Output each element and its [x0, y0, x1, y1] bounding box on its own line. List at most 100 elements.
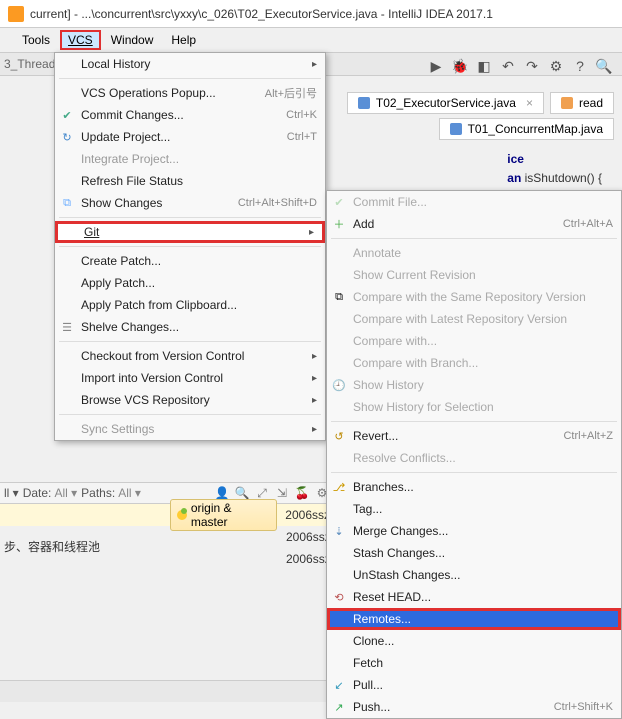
help-icon[interactable]: ? — [570, 56, 590, 76]
log-row[interactable]: origin & master 2006ssz — [0, 504, 330, 526]
vcs-browse[interactable]: Browse VCS Repository▸ — [55, 389, 325, 411]
toggle-icon[interactable]: ◧ — [474, 56, 494, 76]
tab-read[interactable]: read — [550, 92, 614, 114]
git-push[interactable]: ↗Push...Ctrl+Shift+K — [327, 696, 621, 718]
toolbar: ▶ 🐞 ◧ ↶ ↷ ⚙ ? 🔍 — [426, 56, 614, 76]
history-icon: 🕘 — [332, 378, 346, 392]
git-tag[interactable]: Tag... — [327, 498, 621, 520]
app-icon — [8, 6, 24, 22]
run-icon[interactable]: ▶ — [426, 56, 446, 76]
java-class-icon — [358, 97, 370, 109]
menu-vcs[interactable]: VCS — [60, 30, 101, 50]
merge-icon: ⇣ — [332, 524, 346, 538]
vcs-integrate: Integrate Project... — [55, 148, 325, 170]
vcs-import[interactable]: Import into Version Control▸ — [55, 367, 325, 389]
menu-help[interactable]: Help — [163, 30, 204, 50]
debug-icon[interactable]: 🐞 — [450, 56, 470, 76]
configure-icon[interactable]: ⚙ — [546, 56, 566, 76]
git-show-history: 🕘Show History — [327, 374, 621, 396]
git-commit-file: ✔Commit File... — [327, 191, 621, 213]
reset-icon: ⟲ — [332, 590, 346, 604]
paths-filter[interactable]: Paths: All ▾ — [81, 486, 141, 500]
tab-t01[interactable]: T01_ConcurrentMap.java — [439, 118, 614, 140]
revert-icon: ↺ — [332, 429, 346, 443]
tab-label: T02_ExecutorService.java — [376, 96, 516, 110]
code-line: ice — [507, 150, 602, 169]
java-class-icon — [450, 123, 462, 135]
vcs-sync: Sync Settings▸ — [55, 418, 325, 440]
git-branches[interactable]: ⎇Branches... — [327, 476, 621, 498]
diff-icon: ⧉ — [60, 196, 74, 210]
forward-icon[interactable]: ↷ — [522, 56, 542, 76]
vcs-create-patch[interactable]: Create Patch... — [55, 250, 325, 272]
branch-icon: ⎇ — [332, 480, 346, 494]
vcs-git[interactable]: Git▸ — [55, 221, 325, 243]
menu-tools[interactable]: Tools — [14, 30, 58, 50]
vcs-refresh[interactable]: Refresh File Status — [55, 170, 325, 192]
git-annotate: Annotate — [327, 242, 621, 264]
vcs-local-history[interactable]: Local History▸ — [55, 53, 325, 75]
tab-t02[interactable]: T02_ExecutorService.java × — [347, 92, 544, 114]
vcs-log-header: ll ▾ Date: All ▾ Paths: All ▾ 👤 🔍 ⤢ ⇲ 🍒 … — [0, 482, 330, 504]
vcs-apply-clipboard[interactable]: Apply Patch from Clipboard... — [55, 294, 325, 316]
collapse-icon[interactable]: ⇲ — [274, 485, 290, 501]
window-title: current] - ...\concurrent\src\yxxy\c_026… — [30, 7, 493, 21]
shelve-icon: ☰ — [60, 320, 74, 334]
menu-window[interactable]: Window — [103, 30, 162, 50]
pull-icon: ↙ — [332, 678, 346, 692]
log-text: 2006ssz — [286, 552, 331, 566]
vcs-menu: Local History▸ VCS Operations Popup...Al… — [54, 52, 326, 441]
git-fetch[interactable]: Fetch — [327, 652, 621, 674]
date-filter[interactable]: Date: All ▾ — [23, 486, 77, 500]
branch-dot-icon — [177, 510, 187, 520]
compare-icon: ⧉ — [332, 290, 346, 304]
branch-badge: origin & master — [170, 499, 277, 531]
update-icon: ↻ — [60, 130, 74, 144]
git-submenu: ✔Commit File... ＋AddCtrl+Alt+A Annotate … — [326, 190, 622, 719]
log-text: 2006ssz — [286, 530, 331, 544]
git-compare-with: Compare with... — [327, 330, 621, 352]
git-unstash[interactable]: UnStash Changes... — [327, 564, 621, 586]
commit-icon: ✔ — [332, 195, 346, 209]
git-compare-same: ⧉Compare with the Same Repository Versio… — [327, 286, 621, 308]
git-remotes[interactable]: Remotes... — [327, 608, 621, 630]
vcs-shelve[interactable]: ☰Shelve Changes... — [55, 316, 325, 338]
vcs-commit[interactable]: ✔Commit Changes...Ctrl+K — [55, 104, 325, 126]
title-bar: current] - ...\concurrent\src\yxxy\c_026… — [0, 0, 622, 28]
git-compare-branch: Compare with Branch... — [327, 352, 621, 374]
vcs-apply-patch[interactable]: Apply Patch... — [55, 272, 325, 294]
search-icon[interactable]: 🔍 — [594, 56, 614, 76]
git-pull[interactable]: ↙Pull... — [327, 674, 621, 696]
code-line: an isShutdown() { — [507, 169, 602, 188]
git-show-history-sel: Show History for Selection — [327, 396, 621, 418]
git-compare-latest: Compare with Latest Repository Version — [327, 308, 621, 330]
file-icon — [561, 97, 573, 109]
tab-label: read — [579, 96, 603, 110]
close-icon[interactable]: × — [526, 96, 533, 110]
editor-tabs: T02_ExecutorService.java × read T01_Conc… — [347, 92, 614, 140]
left-tab[interactable]: 3_ThreadI — [4, 57, 59, 71]
log-text: 2006ssz — [285, 508, 330, 522]
git-resolve: Resolve Conflicts... — [327, 447, 621, 469]
add-icon: ＋ — [332, 217, 346, 231]
git-stash[interactable]: Stash Changes... — [327, 542, 621, 564]
vcs-show-changes[interactable]: ⧉Show ChangesCtrl+Alt+Shift+D — [55, 192, 325, 214]
editor-code: ice an isShutdown() { — [507, 150, 602, 188]
vcs-operations-popup[interactable]: VCS Operations Popup...Alt+后引号 — [55, 82, 325, 104]
cherry-icon[interactable]: 🍒 — [294, 485, 310, 501]
git-clone[interactable]: Clone... — [327, 630, 621, 652]
vcs-update[interactable]: ↻Update Project...Ctrl+T — [55, 126, 325, 148]
tab-label: T01_ConcurrentMap.java — [468, 122, 603, 136]
git-show-current: Show Current Revision — [327, 264, 621, 286]
back-icon[interactable]: ↶ — [498, 56, 518, 76]
git-add[interactable]: ＋AddCtrl+Alt+A — [327, 213, 621, 235]
git-revert[interactable]: ↺Revert...Ctrl+Alt+Z — [327, 425, 621, 447]
log-left-text: 步、容器和线程池 — [4, 538, 100, 555]
git-merge[interactable]: ⇣Merge Changes... — [327, 520, 621, 542]
git-reset-head[interactable]: ⟲Reset HEAD... — [327, 586, 621, 608]
push-icon: ↗ — [332, 700, 346, 714]
vcs-checkout[interactable]: Checkout from Version Control▸ — [55, 345, 325, 367]
branch-filter[interactable]: ll ▾ — [4, 486, 19, 500]
menu-bar: Tools VCS Window Help — [0, 28, 622, 52]
vcs-log: origin & master 2006ssz 2006ssz 2006ssz — [0, 504, 330, 570]
